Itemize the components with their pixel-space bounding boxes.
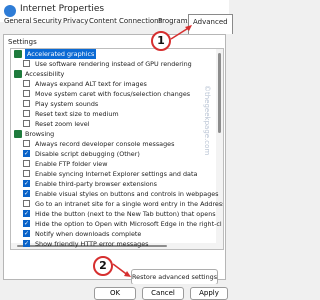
- settings-list[interactable]: Accelerated graphics Use software renderi…: [10, 48, 224, 250]
- setting-label: Move system caret with focus/selection c…: [35, 90, 191, 98]
- checkbox[interactable]: [23, 179, 30, 189]
- setting-label: Enable FTP folder view: [35, 160, 108, 168]
- setting-label: Show friendly HTTP error messages: [35, 240, 149, 248]
- tab-general[interactable]: General: [4, 17, 32, 25]
- watermark: ©thegeekpage.com: [203, 85, 211, 156]
- setting-label: Always record developer console messages: [35, 140, 175, 148]
- setting-label: Always expand ALT text for images: [35, 80, 147, 88]
- checkbox[interactable]: [23, 239, 30, 249]
- setting-label: Accessibility: [25, 70, 65, 78]
- tab-strip: General Security Privacy Content Connect…: [0, 14, 233, 34]
- category-icon: [14, 130, 22, 138]
- setting-label: Hide the button (next to the New Tab but…: [35, 210, 216, 218]
- checkbox[interactable]: [23, 219, 30, 229]
- setting-label: Enable visual styles on buttons and cont…: [35, 190, 219, 198]
- tab-programs[interactable]: Programs: [158, 17, 191, 25]
- checkbox[interactable]: [23, 209, 30, 219]
- checkbox[interactable]: [23, 200, 30, 207]
- cancel-button[interactable]: Cancel: [142, 287, 184, 300]
- checkbox[interactable]: [23, 229, 30, 239]
- setting-label: Play system sounds: [35, 100, 99, 108]
- tab-security[interactable]: Security: [33, 17, 62, 25]
- checkbox[interactable]: [23, 160, 30, 167]
- apply-button[interactable]: Apply: [190, 287, 228, 300]
- tab-content[interactable]: Content: [89, 17, 117, 25]
- settings-label: Settings: [8, 38, 37, 46]
- window-title: Internet Properties: [20, 4, 105, 14]
- setting-label: Go to an intranet site for a single word…: [35, 200, 224, 208]
- setting-label: Enable third-party browser extensions: [35, 180, 158, 188]
- checkbox[interactable]: [23, 60, 30, 67]
- ok-button[interactable]: OK: [94, 287, 136, 300]
- callout-badge-1: 1: [151, 31, 171, 51]
- checkbox[interactable]: [23, 149, 30, 159]
- checkbox[interactable]: [23, 90, 30, 97]
- tab-privacy[interactable]: Privacy: [63, 17, 88, 25]
- setting-label: Browsing: [25, 130, 55, 138]
- checkbox[interactable]: [23, 189, 30, 199]
- checkbox[interactable]: [23, 100, 30, 107]
- tab-connections[interactable]: Connections: [119, 17, 162, 25]
- tab-advanced[interactable]: Advanced: [188, 14, 233, 34]
- checkbox[interactable]: [23, 170, 30, 177]
- setting-label: Enable syncing Internet Explorer setting…: [35, 170, 198, 178]
- category-icon: [14, 70, 22, 78]
- setting-label: Disable script debugging (Other): [35, 150, 140, 158]
- callout-badge-2: 2: [93, 256, 113, 276]
- category-icon: [14, 50, 22, 58]
- checkbox[interactable]: [23, 140, 30, 147]
- setting-label: Use software rendering instead of GPU re…: [35, 60, 192, 68]
- checkbox[interactable]: [23, 110, 30, 117]
- setting-label: Accelerated graphics: [25, 49, 97, 59]
- setting-label: Reset zoom level: [35, 120, 90, 128]
- vertical-scroll-thumb[interactable]: [218, 53, 221, 133]
- setting-label: Reset text size to medium: [35, 110, 119, 118]
- setting-label: Notify when downloads complete: [35, 230, 142, 238]
- checkbox[interactable]: [23, 120, 30, 127]
- setting-label: Hide the option to Open with Microsoft E…: [35, 220, 222, 228]
- restore-advanced-settings-button[interactable]: Restore advanced settings: [131, 269, 218, 285]
- checkbox[interactable]: [23, 80, 30, 87]
